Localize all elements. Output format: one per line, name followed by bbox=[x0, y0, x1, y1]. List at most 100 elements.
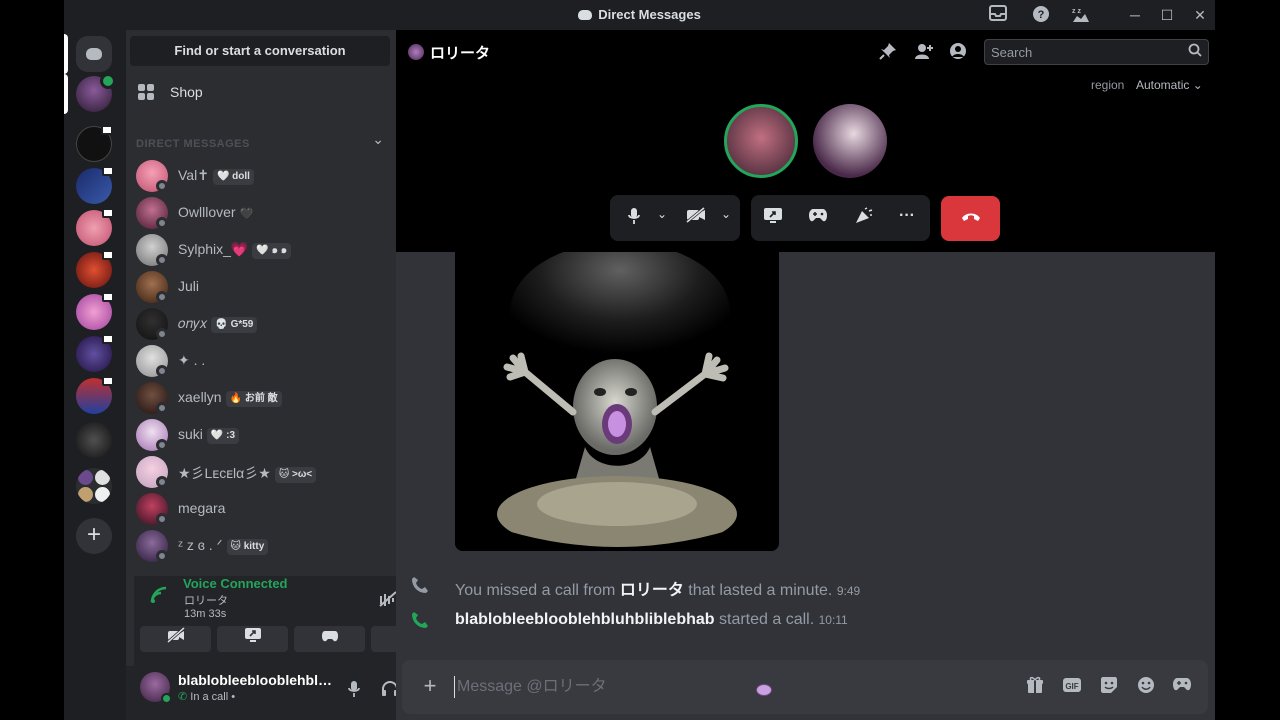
server-icon-7[interactable] bbox=[76, 376, 114, 414]
username[interactable]: blabloblееblооblehbluhbliblebhab bbox=[178, 672, 336, 688]
server-icon-active-call[interactable] bbox=[76, 73, 116, 112]
voice-indicator bbox=[64, 74, 68, 114]
voice-connected-title[interactable]: Voice Connected bbox=[183, 576, 288, 591]
status-offline-icon bbox=[156, 439, 168, 451]
user-tag: 🐱 kitty bbox=[226, 539, 269, 555]
find-conversation-button[interactable]: Find or start a conversation bbox=[130, 36, 390, 66]
dm-item[interactable]: Juli bbox=[134, 269, 388, 305]
status-offline-icon bbox=[156, 254, 168, 266]
sleep-status-icon[interactable]: z z bbox=[1070, 5, 1092, 25]
emoji-icon[interactable] bbox=[1135, 676, 1157, 698]
status-offline-icon bbox=[156, 291, 168, 303]
dm-item[interactable]: ᶻ z ɞ . ᐟ 🐱 kitty bbox=[134, 528, 388, 564]
search-box[interactable] bbox=[984, 39, 1209, 65]
chevron-down-icon[interactable]: ⌄ bbox=[714, 207, 738, 229]
server-icon-6[interactable] bbox=[76, 334, 114, 372]
chevron-down-icon[interactable]: ⌄ bbox=[372, 131, 384, 148]
dm-section-header[interactable]: DIRECT MESSAGES ⌄ bbox=[136, 131, 386, 150]
dm-item[interactable]: Val✝ 🤍 doll bbox=[134, 158, 388, 194]
add-attachment-button[interactable]: + bbox=[418, 674, 442, 698]
server-icon-4[interactable] bbox=[76, 250, 114, 288]
caller-name[interactable]: ロリータ bbox=[620, 582, 684, 599]
notification-badge bbox=[102, 250, 114, 260]
soundboard-icon[interactable] bbox=[851, 207, 875, 229]
shop-nav-item[interactable]: Shop bbox=[134, 78, 388, 108]
server-icon-3[interactable] bbox=[76, 208, 114, 246]
dm-item[interactable]: xaellyn 🔥 お前 敵 bbox=[134, 380, 388, 416]
status-offline-icon bbox=[156, 402, 168, 414]
audio-video-controls: ⌄ ⌄ bbox=[610, 195, 740, 241]
microphone-icon[interactable] bbox=[622, 207, 646, 229]
inbox-icon[interactable] bbox=[987, 5, 1009, 25]
server-icon-5[interactable] bbox=[76, 292, 114, 330]
caller-name[interactable]: blabloblееblооblehbluhbliblebhab bbox=[455, 611, 715, 628]
call-participant-avatar[interactable] bbox=[724, 104, 798, 178]
dm-item[interactable]: 𝑜𝑛𝑦𝑥 💀 G*59 bbox=[134, 306, 388, 342]
server-icon-1[interactable] bbox=[76, 125, 113, 162]
hang-up-button[interactable] bbox=[941, 196, 1000, 241]
dm-item[interactable]: suki 🤍 :3 bbox=[134, 417, 388, 453]
phone-icon: ✆ bbox=[178, 691, 188, 703]
message-composer: + GIF bbox=[402, 660, 1208, 714]
add-server-button[interactable]: + bbox=[76, 518, 112, 554]
chevron-down-icon[interactable]: ⌄ bbox=[650, 207, 674, 229]
close-icon[interactable]: ✕ bbox=[1189, 5, 1211, 25]
activity-icon[interactable] bbox=[1171, 676, 1193, 698]
server-rail: + bbox=[64, 30, 126, 720]
status-online-icon bbox=[161, 693, 172, 704]
title-bar: Direct Messages ? z z ─ ☐ ✕ bbox=[64, 0, 1215, 30]
signal-strength-icon[interactable] bbox=[150, 586, 168, 604]
sticker-icon[interactable] bbox=[1098, 676, 1120, 698]
server-folder[interactable] bbox=[76, 468, 112, 504]
notification-badge bbox=[101, 125, 113, 135]
more-options-icon[interactable]: ··· bbox=[895, 207, 919, 229]
activity-button[interactable] bbox=[294, 626, 365, 652]
call-actions: ··· bbox=[751, 195, 930, 241]
screen-share-button[interactable] bbox=[217, 626, 288, 652]
activity-icon[interactable] bbox=[806, 207, 830, 229]
message-timestamp: 9:49 bbox=[836, 584, 861, 598]
svg-text:z z: z z bbox=[1072, 8, 1081, 15]
user-tag: 🤍 doll bbox=[212, 169, 254, 185]
direct-messages-home-button[interactable] bbox=[76, 36, 112, 72]
microphone-icon[interactable] bbox=[342, 680, 366, 704]
user-profile-icon[interactable] bbox=[948, 42, 968, 62]
server-icon-socialize[interactable] bbox=[76, 166, 114, 204]
notification-badge bbox=[102, 334, 114, 344]
screen-share-icon[interactable] bbox=[761, 207, 785, 229]
search-input[interactable] bbox=[991, 44, 1181, 60]
dm-item[interactable]: ✦ . . bbox=[134, 343, 388, 379]
dm-item[interactable]: megara bbox=[134, 491, 388, 527]
channel-name[interactable]: ロリータ bbox=[430, 42, 490, 63]
mouse-cursor bbox=[756, 684, 772, 696]
help-icon[interactable]: ? bbox=[1030, 5, 1052, 25]
call-participant-avatar[interactable] bbox=[813, 104, 887, 178]
user-tag: 🖤 bbox=[239, 208, 254, 220]
gif-button[interactable]: GIF bbox=[1061, 676, 1083, 698]
region-select[interactable]: Automatic ⌄ bbox=[1136, 78, 1203, 92]
pin-icon[interactable] bbox=[878, 42, 898, 62]
camera-off-icon[interactable] bbox=[684, 206, 708, 229]
notification-badge bbox=[102, 292, 114, 302]
dm-item[interactable]: ★彡Lᴇᴄᴇlα彡★ 🐱 >ω< bbox=[134, 454, 388, 490]
camera-button[interactable] bbox=[140, 626, 211, 652]
voice-channel-name[interactable]: ロリータ bbox=[184, 592, 228, 608]
status-offline-icon bbox=[156, 180, 168, 192]
image-attachment[interactable] bbox=[455, 252, 779, 551]
selected-indicator bbox=[64, 34, 68, 74]
left-letterbox bbox=[0, 0, 64, 720]
notification-badge bbox=[102, 208, 114, 218]
user-avatar[interactable] bbox=[140, 672, 172, 704]
notification-badge bbox=[102, 376, 114, 386]
minimize-icon[interactable]: ─ bbox=[1124, 5, 1146, 25]
message-input[interactable] bbox=[454, 676, 954, 698]
speaker-icon bbox=[100, 73, 116, 89]
maximize-icon[interactable]: ☐ bbox=[1156, 5, 1178, 25]
search-icon bbox=[1188, 43, 1202, 60]
dm-item[interactable]: Owlllover 🖤 bbox=[134, 195, 388, 231]
gift-icon[interactable] bbox=[1024, 676, 1046, 698]
server-icon-8[interactable] bbox=[76, 422, 112, 458]
dm-item[interactable]: Sylphix_💗 🤍 ๑ ๑ bbox=[134, 232, 388, 268]
call-started-message: blabloblееblооblehbluhbliblebhab started… bbox=[410, 610, 1200, 632]
add-friends-icon[interactable] bbox=[914, 42, 934, 62]
